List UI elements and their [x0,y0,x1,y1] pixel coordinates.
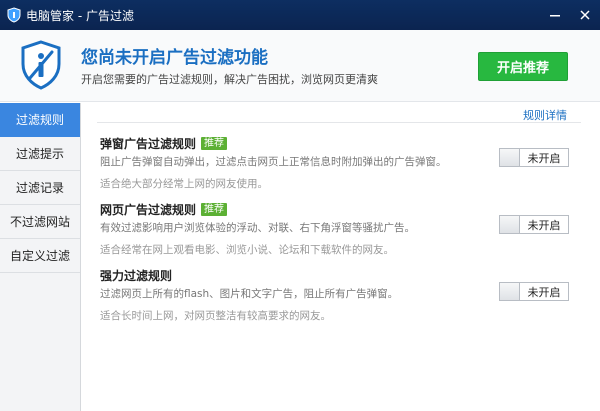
rule-description: 有效过滤影响用户浏览体验的浮动、对联、右下角浮窗等骚扰广告。 [100,222,415,234]
recommended-badge: 推荐 [201,136,228,150]
toggle-knob [500,216,520,233]
page-subtitle: 开启您需要的广告过滤规则，解决广告困扰，浏览网页更清爽 [81,73,378,86]
rule-title-text: 网页广告过滤规则 [100,202,197,217]
sidebar-item-custom-filter[interactable]: 自定义过滤 [0,239,80,273]
status-banner: 您尚未开启广告过滤功能 开启您需要的广告过滤规则，解决广告困扰，浏览网页更清爽 … [0,30,600,102]
enable-recommended-button[interactable]: 开启推荐 [478,52,568,81]
rule-details-link[interactable]: 规则详情 [523,107,567,123]
toggle-knob [500,283,520,300]
sidebar-item-filter-rules[interactable]: 过滤规则 [0,103,80,137]
minimize-icon[interactable] [540,0,570,30]
rule-popup: 弹窗广告过滤规则 推荐 阻止广告弹窗自动弹出，过滤点击网页上正常信息时附加弹出的… [100,135,447,191]
rule-webpage: 网页广告过滤规则 推荐 有效过滤影响用户浏览体验的浮动、对联、右下角浮窗等骚扰广… [100,201,415,257]
rule-note: 适合经常在网上观看电影、浏览小说、论坛和下载软件的网友。 [100,244,394,256]
divider [97,122,581,123]
rule-title: 弹窗广告过滤规则 推荐 [100,135,447,151]
window-controls [540,0,600,30]
window-title: 电脑管家 - 广告过滤 [26,8,134,23]
title-bar: 电脑管家 - 广告过滤 [0,0,600,30]
rule-title: 网页广告过滤规则 推荐 [100,201,415,217]
close-icon[interactable] [570,0,600,30]
rule-title-text: 强力过滤规则 [100,268,173,283]
toggle-strong-rule[interactable]: 未开启 [499,282,569,301]
rule-note: 适合长时间上网，对网页整洁有较高要求的网友。 [100,310,331,322]
rule-description: 阻止广告弹窗自动弹出，过滤点击网页上正常信息时附加弹出的广告弹窗。 [100,156,447,168]
toggle-label: 未开启 [527,151,561,165]
qq-pc-manager-logo [5,6,23,24]
rule-description: 过滤网页上所有的flash、图片和文字广告，阻止所有广告弹窗。 [100,288,399,300]
rule-title: 强力过滤规则 [100,267,398,283]
sidebar: 过滤规则 过滤提示 过滤记录 不过滤网站 自定义过滤 [0,103,81,411]
sidebar-item-filter-tips[interactable]: 过滤提示 [0,137,80,171]
recommended-badge: 推荐 [201,202,228,216]
toggle-label: 未开启 [527,218,561,232]
toggle-popup-rule[interactable]: 未开启 [499,148,569,167]
toggle-knob [500,149,520,166]
sidebar-item-whitelist[interactable]: 不过滤网站 [0,205,80,239]
rule-note: 适合绝大部分经常上网的网友使用。 [100,178,268,190]
shield-icon [20,40,62,90]
page-title: 您尚未开启广告过滤功能 [81,48,268,68]
toggle-label: 未开启 [527,285,561,299]
rule-title-text: 弹窗广告过滤规则 [100,136,197,151]
toggle-webpage-rule[interactable]: 未开启 [499,215,569,234]
sidebar-item-filter-log[interactable]: 过滤记录 [0,171,80,205]
rule-strong: 强力过滤规则 过滤网页上所有的flash、图片和文字广告，阻止所有广告弹窗。 适… [100,267,398,323]
